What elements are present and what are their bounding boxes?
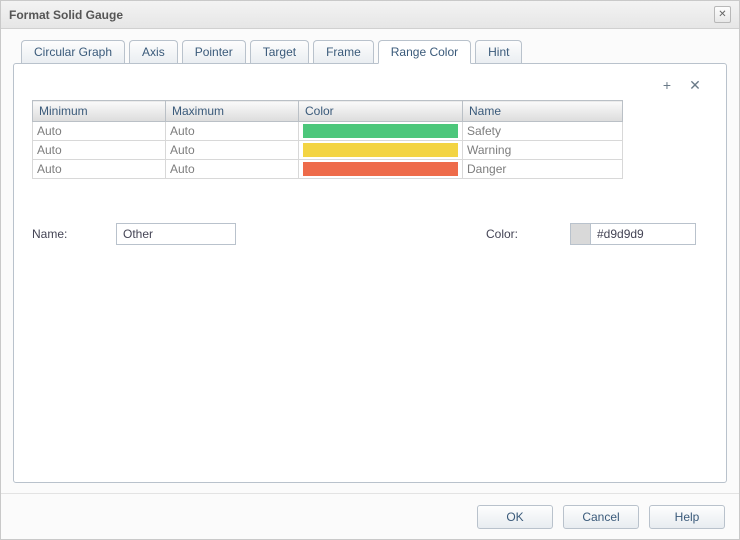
cell-maximum[interactable]: Auto [166,160,299,179]
table-row[interactable]: AutoAuto Warning [33,141,623,160]
table-row[interactable]: AutoAuto Danger [33,160,623,179]
name-label: Name: [32,227,96,241]
cell-maximum[interactable]: Auto [166,141,299,160]
cell-minimum[interactable]: Auto [33,141,166,160]
cell-color-swatch[interactable] [299,160,463,179]
cell-color-swatch[interactable] [299,122,463,141]
close-icon[interactable]: ✕ [714,6,731,23]
dialog-title: Format Solid Gauge [9,8,123,22]
cell-name[interactable]: Warning [463,141,623,160]
col-header-color[interactable]: Color [299,101,463,122]
tab-target[interactable]: Target [250,40,309,64]
cell-maximum[interactable]: Auto [166,122,299,141]
tab-circular-graph[interactable]: Circular Graph [21,40,125,64]
tab-frame[interactable]: Frame [313,40,374,64]
cancel-button[interactable]: Cancel [563,505,639,529]
ok-button[interactable]: OK [477,505,553,529]
dialog-body: Circular GraphAxisPointerTargetFrameRang… [1,29,739,493]
col-header-minimum[interactable]: Minimum [33,101,166,122]
dialog-window: Format Solid Gauge ✕ Circular GraphAxisP… [0,0,740,540]
tab-pointer[interactable]: Pointer [182,40,246,64]
table-header-row: Minimum Maximum Color Name [33,101,623,122]
col-header-maximum[interactable]: Maximum [166,101,299,122]
color-label: Color: [486,227,550,241]
remove-icon[interactable]: ✕ [688,78,702,92]
add-icon[interactable]: + [660,78,674,92]
cell-minimum[interactable]: Auto [33,160,166,179]
cell-name[interactable]: Safety [463,122,623,141]
name-field[interactable] [116,223,236,245]
cell-name[interactable]: Danger [463,160,623,179]
range-table: Minimum Maximum Color Name AutoAutoSafet… [32,100,623,179]
col-header-name[interactable]: Name [463,101,623,122]
detail-form: Name: Color: #d9d9d9 [32,223,708,245]
tab-panel-range-color: + ✕ Minimum Maximum Color Name AutoAutoS… [13,63,727,483]
cell-minimum[interactable]: Auto [33,122,166,141]
tab-hint[interactable]: Hint [475,40,522,64]
table-toolbar: + ✕ [32,76,708,100]
color-field[interactable]: #d9d9d9 [570,223,696,245]
tab-strip: Circular GraphAxisPointerTargetFrameRang… [13,39,727,63]
color-hex-value: #d9d9d9 [591,227,695,241]
dialog-button-bar: OK Cancel Help [1,493,739,539]
color-swatch-preview [571,224,591,244]
help-button[interactable]: Help [649,505,725,529]
cell-color-swatch[interactable] [299,141,463,160]
table-row[interactable]: AutoAuto Safety [33,122,623,141]
tab-axis[interactable]: Axis [129,40,178,64]
title-bar: Format Solid Gauge ✕ [1,1,739,29]
tab-range-color[interactable]: Range Color [378,40,471,64]
